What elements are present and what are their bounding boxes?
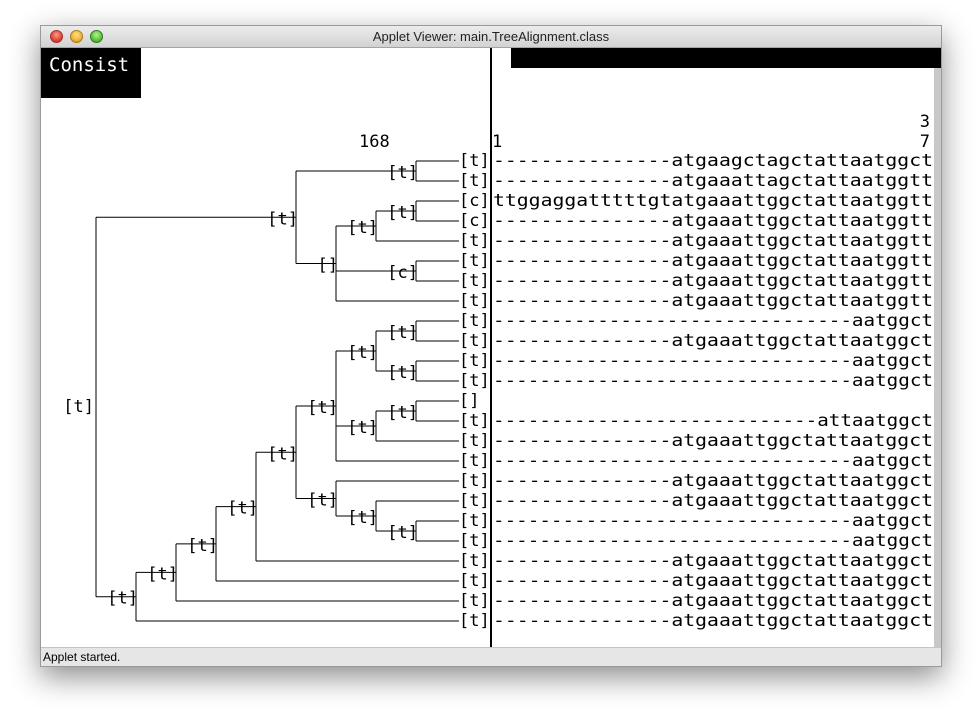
leaf-tag: [c]: [459, 211, 490, 231]
leaf-tag: [t]: [459, 431, 490, 451]
sequence-row: -------------------------------aatggct: [493, 511, 933, 531]
tree-node-label: [t]: [187, 536, 218, 556]
sequence-end-digit-top: 3: [920, 112, 930, 132]
leaf-tag: [t]: [459, 611, 490, 631]
sequence-row: ---------------atgaaattggctattaatggct: [493, 491, 933, 511]
leaf-tag: [t]: [459, 271, 490, 291]
sequence-row: -------------------------------aatggct: [493, 531, 933, 551]
applet-window: Applet Viewer: main.TreeAlignment.class …: [40, 25, 942, 667]
leaf-tag: [t]: [459, 471, 490, 491]
sequence-row: ---------------atgaaattggctattaatggct: [493, 431, 933, 451]
sequence-end-digit-bottom: 7: [920, 132, 930, 152]
tree-node-label: [t]: [387, 403, 418, 423]
leaf-tag: [t]: [459, 511, 490, 531]
sequence-row: -------------------------------aatggct: [493, 451, 933, 471]
leaf-tag: [t]: [459, 251, 490, 271]
leaf-tag: [t]: [459, 171, 490, 191]
sequence-row: ---------------atgaaattggctattaatggct: [493, 571, 933, 591]
leaf-tag: [t]: [459, 331, 490, 351]
tree-node-label: [t]: [227, 499, 258, 519]
tree-node-label: [t]: [307, 491, 338, 511]
tree-node-label: [t]: [107, 589, 138, 609]
sequence-row: ---------------atgaaattggctattaatggct: [493, 611, 933, 631]
tree-node-label: [t]: [347, 418, 378, 438]
leaf-tag: [c]: [459, 191, 490, 211]
leaf-tag: []: [459, 391, 479, 411]
tree-node-label: [t]: [267, 444, 298, 464]
applet-canvas: Consist 168 1 3 7 [t] ---------------atgaagct…: [41, 48, 941, 647]
sequence-row: ---------------atgaaattggctattaatggtt: [493, 251, 933, 271]
status-text: Applet started.: [43, 650, 121, 664]
tree-node-label: [t]: [387, 163, 418, 183]
tree-root-label: [t]: [63, 397, 94, 417]
sequence-row: ---------------atgaaattggctattaatggtt: [493, 211, 933, 231]
sequence-row: ---------------atgaagctagctattaatggct: [493, 151, 933, 171]
leaf-tag: [t]: [459, 531, 490, 551]
tree-node-label: [c]: [387, 263, 418, 283]
tree-node-label: []: [318, 256, 338, 276]
tree-node-label: [t]: [347, 508, 378, 528]
sequence-start-position: 1: [492, 132, 502, 152]
sequence-row: ---------------atgaaattagctattaatggtt: [493, 171, 933, 191]
leaf-tag: [t]: [459, 491, 490, 511]
tree-node-label: [t]: [347, 218, 378, 238]
tree-node-label: [t]: [307, 398, 338, 418]
title-bar: Applet Viewer: main.TreeAlignment.class: [41, 26, 941, 48]
sequence-row: ---------------atgaaattggctattaatggct: [493, 591, 933, 611]
sequence-row: ---------------atgaaattggctattaatggtt: [493, 231, 933, 251]
leaf-tag: [t]: [459, 351, 490, 371]
sequence-row: ---------------atgaaattggctattaatggct: [493, 471, 933, 491]
sequence-row: ---------------atgaaattggctattaatggtt: [493, 291, 933, 311]
leaf-tag: [t]: [459, 411, 490, 431]
leaf-tag: [t]: [459, 591, 490, 611]
sequence-row: -------------------------------aatggct: [493, 311, 933, 331]
tree-node-label: [t]: [387, 203, 418, 223]
tree-node-label: [t]: [147, 564, 178, 584]
sequence-row: -------------------------------aatggct: [493, 351, 933, 371]
sequence-row: ttggaggatttttgtatgaaattggctattaatggtt: [493, 191, 933, 211]
tree-node-label: [t]: [267, 209, 298, 229]
sequence-row: ----------------------------attaatggct: [493, 411, 933, 431]
sequence-row: ---------------atgaaattggctattaatggtt: [493, 271, 933, 291]
tree-node-label: [t]: [387, 523, 418, 543]
tree-node-label: [t]: [347, 343, 378, 363]
tree-node-label: [t]: [387, 363, 418, 383]
leaf-tag: [t]: [459, 371, 490, 391]
leaf-tag: [t]: [459, 311, 490, 331]
tree-node-label: [t]: [387, 323, 418, 343]
sequence-row: ---------------atgaaattggctattaatggct: [493, 551, 933, 571]
alignment-view: 168 137[t] ---------------atgaagctagctatta…: [63, 112, 933, 631]
leaf-tag: [t]: [459, 151, 490, 171]
sequence-row: -------------------------------aatggct: [493, 371, 933, 391]
status-bar: Applet started.: [41, 647, 941, 666]
leaf-tag: [t]: [459, 551, 490, 571]
tree-depth-label: 168: [359, 132, 390, 152]
leaf-tag: [t]: [459, 231, 490, 251]
sequence-row: ---------------atgaaattggctattaatggct: [493, 331, 933, 351]
leaf-tag: [t]: [459, 451, 490, 471]
leaf-tag: [t]: [459, 291, 490, 311]
leaf-tag: [t]: [459, 571, 490, 591]
window-title: Applet Viewer: main.TreeAlignment.class: [372, 29, 610, 44]
